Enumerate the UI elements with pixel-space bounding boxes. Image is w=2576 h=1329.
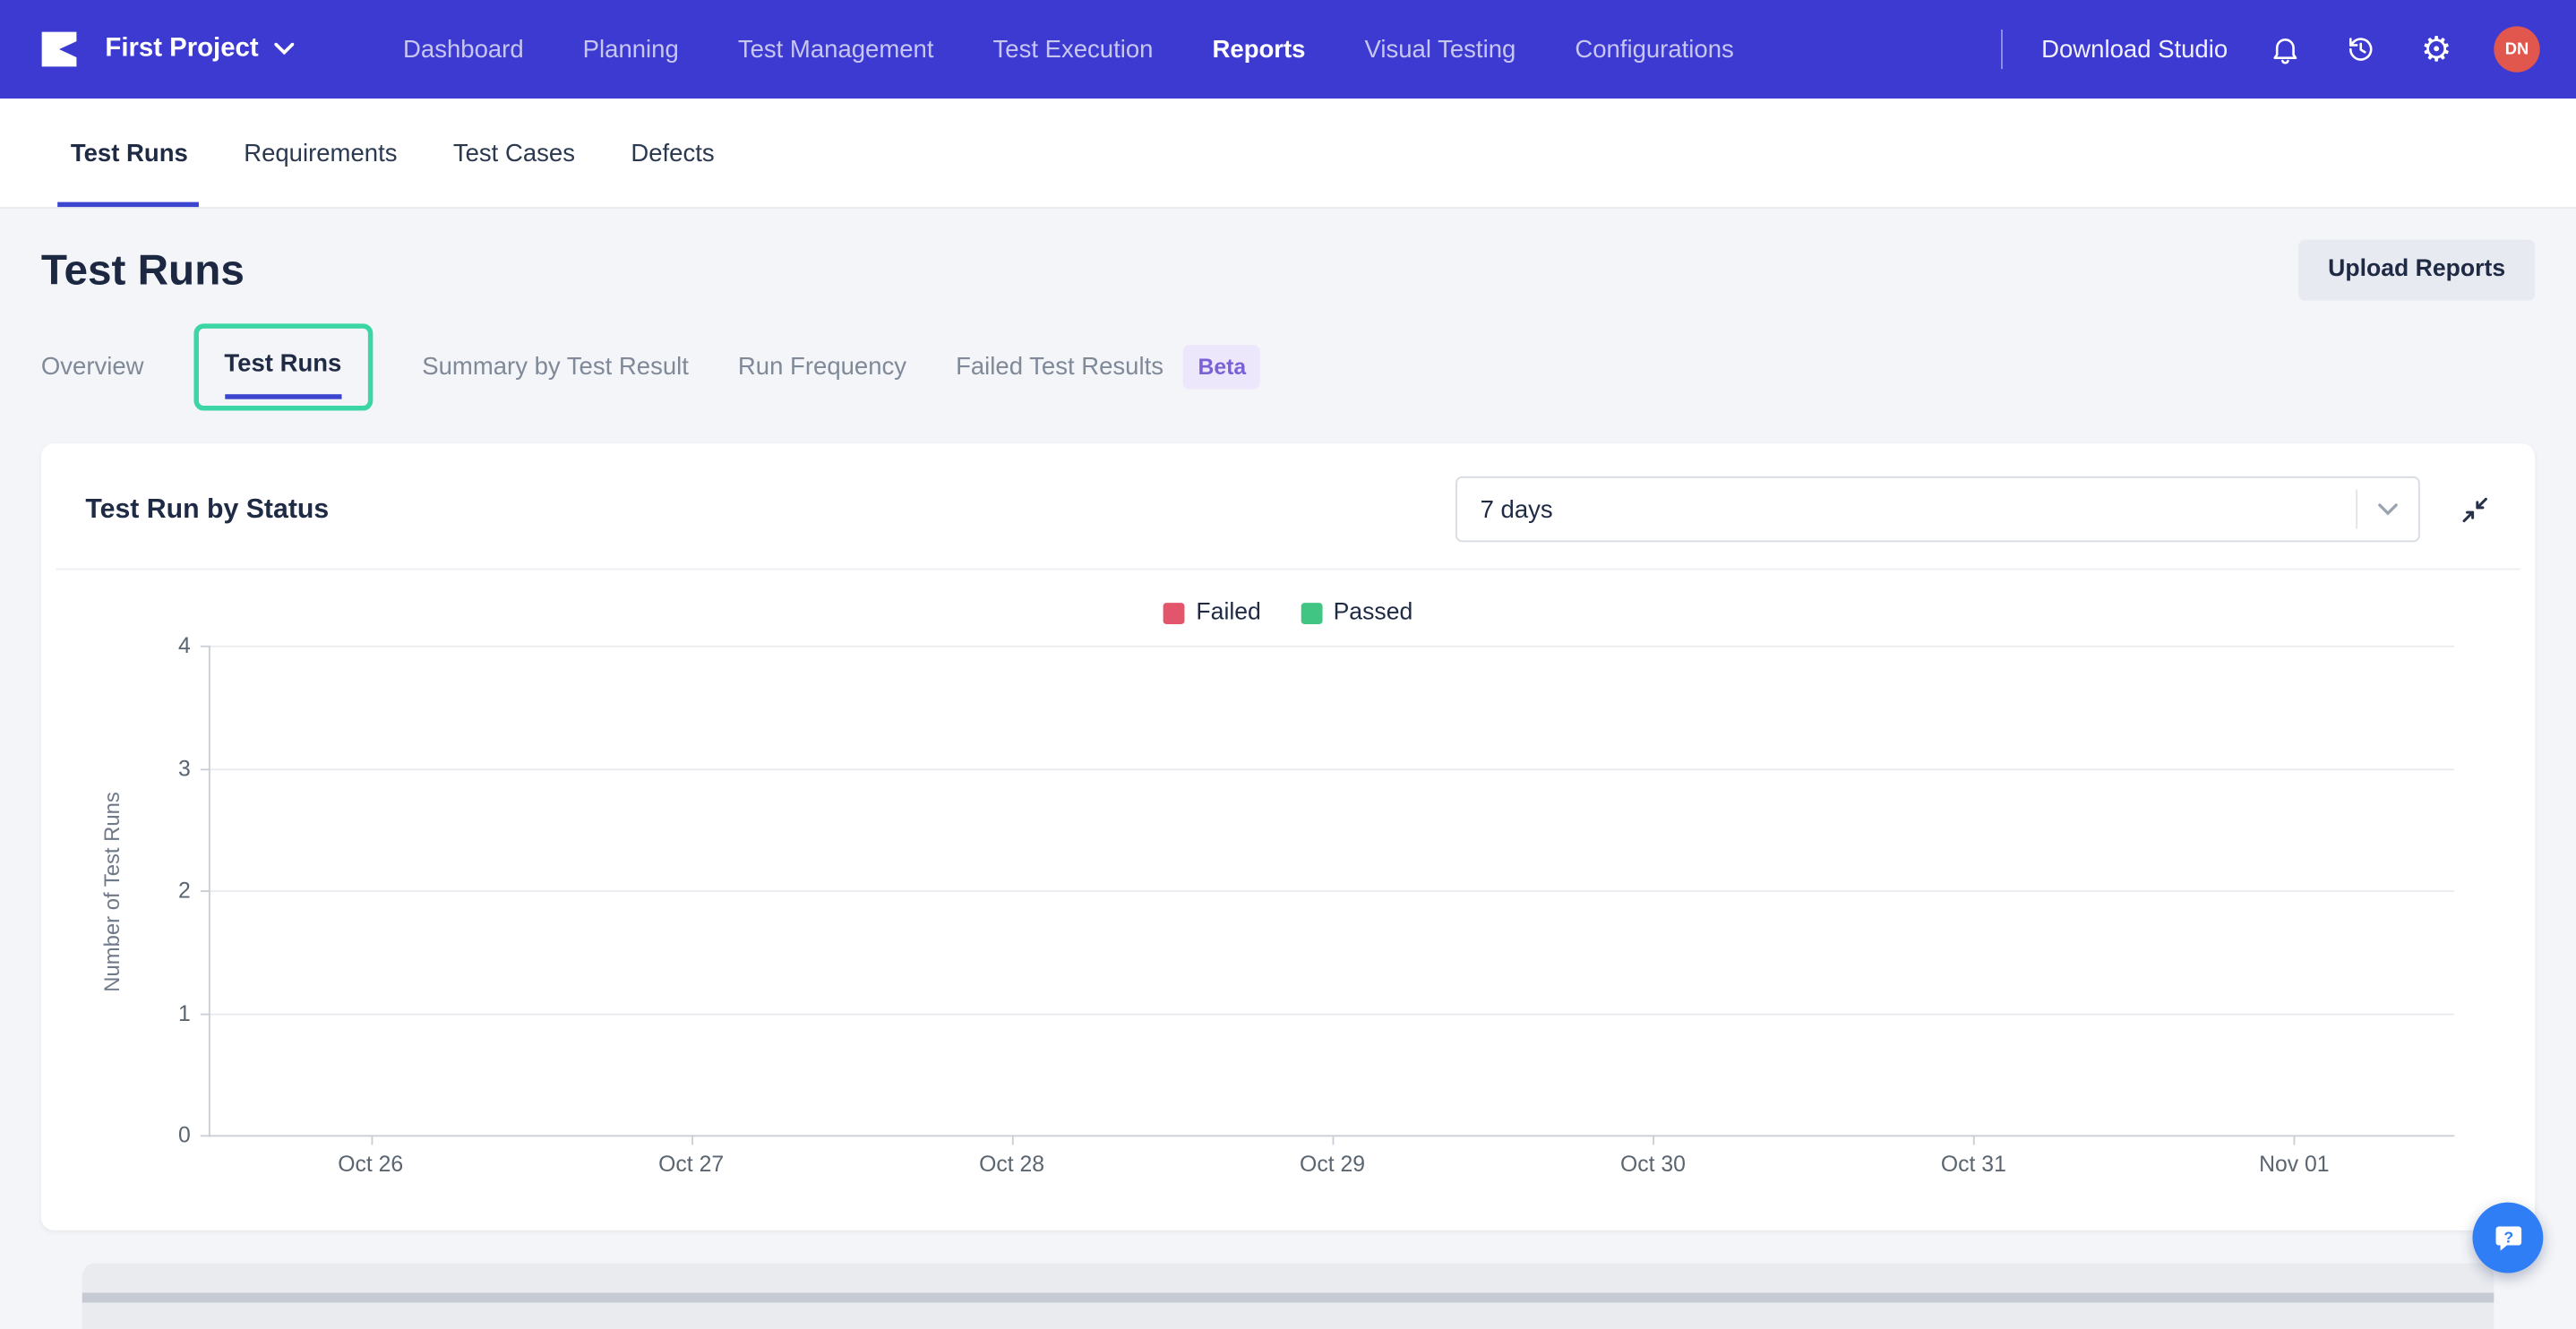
svg-text:?: ? [2503, 1227, 2513, 1245]
nav-configurations[interactable]: Configurations [1575, 35, 1733, 63]
y-axis-tick [200, 1135, 210, 1137]
tab-test-runs[interactable]: Test Runs [57, 99, 201, 208]
user-avatar[interactable]: DN [2494, 26, 2540, 73]
tab-test-cases[interactable]: Test Cases [453, 99, 575, 207]
chat-question-icon: ? [2494, 1225, 2521, 1250]
y-axis-title: Number of Test Runs [99, 791, 125, 991]
test-run-by-status-card: Test Run by Status 7 days Failed Passed … [40, 443, 2536, 1230]
chart: Number of Test Runs 0 1 2 3 4 Oct 26 Oct 27 Oct… [99, 633, 2455, 1176]
nav-divider [2000, 30, 2003, 70]
x-axis-tick [1011, 1135, 1014, 1145]
legend-label: Failed [1196, 599, 1261, 626]
y-axis-tick [200, 890, 210, 892]
y-axis-label: 4 [177, 633, 191, 658]
app-viewport: First Project Dashboard Planning Test Ma… [0, 0, 2576, 1329]
x-axis-tick [370, 1135, 373, 1145]
y-axis-label: 0 [177, 1122, 191, 1148]
x-axis-label: Nov 01 [2259, 1151, 2330, 1177]
page-header: Test Runs Upload Reports [40, 233, 2536, 305]
next-widget-card-partial [82, 1263, 2494, 1329]
gridline [210, 645, 2455, 647]
legend-swatch [1163, 602, 1185, 624]
plot-area: 0 1 2 3 4 Oct 26 Oct 27 Oct 28 Oct 29 Oct 30 Oct 3… [178, 633, 2455, 1176]
legend-item[interactable]: Passed [1300, 599, 1413, 626]
card-title: Test Run by Status [85, 493, 330, 524]
legend-label: Passed [1333, 599, 1413, 626]
page-title: Test Runs [40, 244, 245, 294]
time-range-value: 7 days [1480, 495, 1553, 524]
x-axis-label: Oct 26 [338, 1151, 404, 1177]
subtab-overview[interactable]: Overview [41, 352, 144, 380]
subtab-run-frequency[interactable]: Run Frequency [738, 352, 906, 380]
project-switcher[interactable]: First Project [105, 35, 295, 64]
y-axis-tick [200, 767, 210, 770]
card-divider [56, 568, 2520, 570]
tab-requirements[interactable]: Requirements [244, 99, 397, 207]
x-axis-label: Oct 28 [979, 1151, 1045, 1177]
x-axis-label: Oct 29 [1300, 1151, 1366, 1177]
legend-swatch [1300, 602, 1322, 624]
nav-planning[interactable]: Planning [583, 35, 679, 63]
download-studio-link[interactable]: Download Studio [2041, 35, 2228, 63]
nav-visual-testing[interactable]: Visual Testing [1365, 35, 1516, 63]
x-axis-label: Oct 27 [658, 1151, 725, 1177]
x-axis-tick [1973, 1135, 1976, 1145]
next-widget-top-edge [82, 1292, 2494, 1303]
gridline [210, 767, 2455, 770]
y-axis-tick [200, 645, 210, 647]
y-axis-label: 2 [177, 878, 191, 903]
y-axis-tick [200, 1012, 210, 1015]
card-header: Test Run by Status 7 days [41, 443, 2535, 568]
main-menu: Dashboard Planning Test Management Test … [403, 35, 1734, 63]
x-axis-tick [2294, 1135, 2297, 1145]
module-tabs: Test Runs Requirements Test Cases Defect… [0, 99, 2576, 208]
settings-gear-icon[interactable]: ⚙ [2418, 31, 2454, 67]
history-icon[interactable] [2343, 31, 2379, 67]
nav-dashboard[interactable]: Dashboard [403, 35, 524, 63]
subtab-failed-wrap: Failed Test Results Beta [956, 344, 1261, 389]
nav-reports[interactable]: Reports [1213, 35, 1306, 63]
upload-reports-button[interactable]: Upload Reports [2298, 238, 2536, 300]
nav-test-management[interactable]: Test Management [738, 35, 934, 63]
gridline [210, 890, 2455, 892]
tab-defects[interactable]: Defects [631, 99, 714, 207]
subtab-failed-test-results[interactable]: Failed Test Results [956, 352, 1163, 380]
x-axis-label: Oct 30 [1619, 1151, 1686, 1177]
x-axis-label: Oct 31 [1940, 1151, 2006, 1177]
x-axis-tick [691, 1135, 693, 1145]
subtab-test-runs[interactable]: Test Runs [224, 349, 343, 399]
select-right [2356, 489, 2399, 529]
x-axis-tick [1653, 1135, 1655, 1145]
y-axis-label: 1 [177, 1000, 191, 1025]
chevron-down-icon [2377, 502, 2399, 517]
x-axis-tick [1332, 1135, 1335, 1145]
report-subtabs: Overview Test Runs Summary by Test Resul… [41, 322, 2535, 411]
y-axis-label: 3 [177, 755, 191, 781]
chevron-down-icon [274, 42, 295, 56]
notifications-bell-icon[interactable] [2267, 31, 2303, 67]
subtab-highlight-box: Test Runs [193, 322, 374, 410]
select-divider [2356, 489, 2358, 529]
nav-test-execution[interactable]: Test Execution [993, 35, 1154, 63]
card-header-controls: 7 days [329, 476, 2492, 543]
gridline [210, 1012, 2455, 1015]
collapse-widget-icon[interactable] [2456, 491, 2492, 527]
chart-legend: Failed Passed [41, 596, 2535, 630]
time-range-select[interactable]: 7 days [1455, 476, 2420, 543]
nav-right-cluster: Download Studio ⚙ DN [2000, 26, 2540, 73]
top-nav: First Project Dashboard Planning Test Ma… [0, 0, 2576, 99]
beta-badge: Beta [1183, 344, 1261, 389]
help-chat-button[interactable]: ? [2472, 1202, 2544, 1273]
legend-item[interactable]: Failed [1163, 599, 1261, 626]
gear-glyph: ⚙ [2420, 29, 2452, 69]
katalon-logo-icon[interactable] [36, 26, 82, 72]
subtab-summary-by-test-result[interactable]: Summary by Test Result [422, 352, 689, 380]
page-content: Test Runs Upload Reports Overview Test R… [0, 233, 2576, 1329]
project-name: First Project [105, 34, 259, 63]
